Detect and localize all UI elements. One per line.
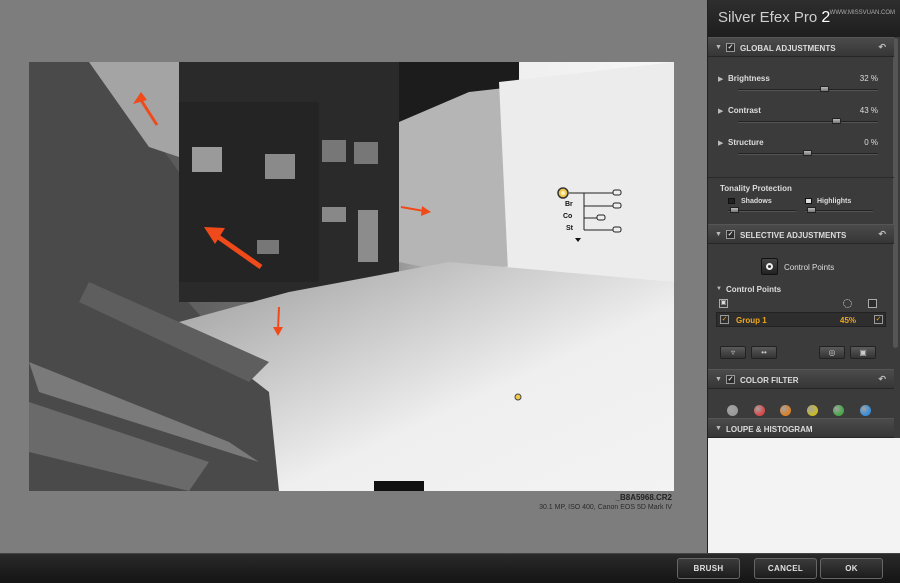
reset-icon[interactable]: ↶ (878, 42, 886, 53)
collapse-triangle-icon[interactable]: ▼ (715, 231, 722, 238)
group-value: 45% (840, 316, 857, 325)
collapse-triangle-icon[interactable]: ▼ (715, 44, 722, 51)
structure-track[interactable] (738, 150, 878, 156)
tonality-protection-title: Tonality Protection (720, 184, 792, 193)
color-filter-neutral[interactable] (727, 405, 738, 416)
color-filter-blue[interactable] (860, 405, 871, 416)
highlights-thumb[interactable] (806, 207, 816, 213)
global-enable-checkbox[interactable]: ✓ (726, 43, 735, 52)
shadows-swatch (728, 198, 735, 204)
selective-enable-checkbox[interactable]: ✓ (726, 230, 735, 239)
contrast-label: Contrast (728, 106, 761, 115)
expand-triangle-icon[interactable]: ▶ (718, 75, 723, 83)
group-name: Group 1 (736, 316, 767, 325)
color-filter-red[interactable] (754, 405, 765, 416)
app-title-main: Silver Efex Pro (718, 9, 818, 26)
selective-adjustments-title: SELECTIVE ADJUSTMENTS (740, 231, 847, 240)
brightness-track[interactable] (738, 86, 878, 92)
contrast-value: 43 % (859, 106, 878, 115)
image-canvas[interactable]: Br Co St _B8A5968.CR2 30.1 MP, ISO 400, … (0, 0, 707, 553)
brightness-label: Brightness (728, 74, 770, 83)
structure-slider-row[interactable]: ▶ Structure 0 % (708, 137, 894, 167)
cancel-button[interactable]: CANCEL (754, 558, 817, 579)
app-title: Silver Efex Pro 2 (718, 9, 830, 27)
global-adjustments-header[interactable]: ▼ ✓ GLOBAL ADJUSTMENTS ↶ (708, 37, 894, 57)
contrast-track[interactable] (738, 118, 878, 124)
global-adjustments-title: GLOBAL ADJUSTMENTS (740, 44, 836, 53)
loupe-area (708, 438, 900, 553)
color-filter-enable-checkbox[interactable]: ✓ (726, 375, 735, 384)
duplicate-point-button[interactable]: ◎ (819, 346, 845, 359)
delete-point-button[interactable]: ▣ (850, 346, 876, 359)
adjustments-panel: Silver Efex Pro 2 WWW.MISSVUAN.COM ▼ ✓ G… (707, 0, 900, 553)
control-point-icon (766, 263, 773, 270)
color-filter-header[interactable]: ▼ ✓ COLOR FILTER ↶ (708, 369, 894, 389)
brush-button[interactable]: BRUSH (677, 558, 740, 579)
brightness-value: 32 % (859, 74, 878, 83)
structure-value: 0 % (864, 138, 878, 147)
shadows-thumb[interactable] (729, 207, 739, 213)
preview-photo[interactable]: Br Co St (29, 62, 674, 491)
ok-button[interactable]: OK (820, 558, 883, 579)
shadows-track[interactable] (728, 207, 796, 213)
image-info: 30.1 MP, ISO 400, Canon EOS 5D Mark IV (539, 504, 672, 511)
contrast-thumb[interactable] (832, 118, 842, 124)
image-filename: _B8A5968.CR2 (615, 493, 672, 502)
structure-thumb[interactable] (803, 150, 812, 156)
color-filter-title: COLOR FILTER (740, 376, 799, 385)
loupe-histogram-title: LOUPE & HISTOGRAM (726, 425, 813, 434)
select-all-icon[interactable] (868, 299, 877, 308)
brightness-slider-row[interactable]: ▶ Brightness 32 % (708, 73, 894, 103)
cp-structure-label: St (566, 225, 573, 232)
group-checkbox[interactable]: ✓ (720, 315, 729, 324)
cp-brightness-label: Br (565, 201, 573, 208)
brightness-thumb[interactable] (819, 86, 829, 92)
group-points-button[interactable]: •• (751, 346, 777, 359)
contrast-slider-row[interactable]: ▶ Contrast 43 % (708, 105, 894, 135)
selective-adjustments-header[interactable]: ▼ ✓ SELECTIVE ADJUSTMENTS ↶ (708, 224, 894, 244)
highlights-track[interactable] (805, 207, 873, 213)
control-points-button-label: Control Points (784, 263, 835, 272)
visibility-icon[interactable] (843, 299, 852, 308)
expand-group-button[interactable]: ▿ (720, 346, 746, 359)
reset-icon[interactable]: ↶ (878, 374, 886, 385)
bottom-bar: BRUSH CANCEL OK (0, 553, 900, 583)
expand-triangle-icon[interactable]: ▶ (718, 139, 723, 147)
watermark: WWW.MISSVUAN.COM (829, 10, 895, 16)
collapse-triangle-icon[interactable]: ▼ (716, 286, 722, 292)
collapse-triangle-icon[interactable]: ▼ (715, 425, 722, 432)
expand-triangle-icon[interactable]: ▶ (718, 107, 723, 115)
structure-label: Structure (728, 138, 764, 147)
color-filter-orange[interactable] (780, 405, 791, 416)
divider (708, 177, 894, 178)
panel-header: Silver Efex Pro 2 WWW.MISSVUAN.COM (708, 0, 900, 37)
loupe-histogram-header[interactable]: ▼ LOUPE & HISTOGRAM (708, 418, 894, 438)
shadows-label: Shadows (741, 198, 772, 205)
control-point-group-row[interactable]: ✓ Group 1 45% ✓ (716, 312, 886, 327)
collapse-triangle-icon[interactable]: ▼ (715, 376, 722, 383)
color-filter-green[interactable] (833, 405, 844, 416)
cp-contrast-label: Co (563, 213, 573, 220)
group-visible-checkbox[interactable]: ✓ (874, 315, 883, 324)
lock-icon[interactable]: ▣ (719, 299, 728, 308)
reset-icon[interactable]: ↶ (878, 229, 886, 240)
add-control-point-button[interactable] (761, 258, 778, 275)
highlights-swatch (805, 198, 812, 204)
highlights-label: Highlights (817, 198, 852, 205)
color-filter-yellow[interactable] (807, 405, 818, 416)
control-points-list-header: Control Points (726, 285, 782, 294)
